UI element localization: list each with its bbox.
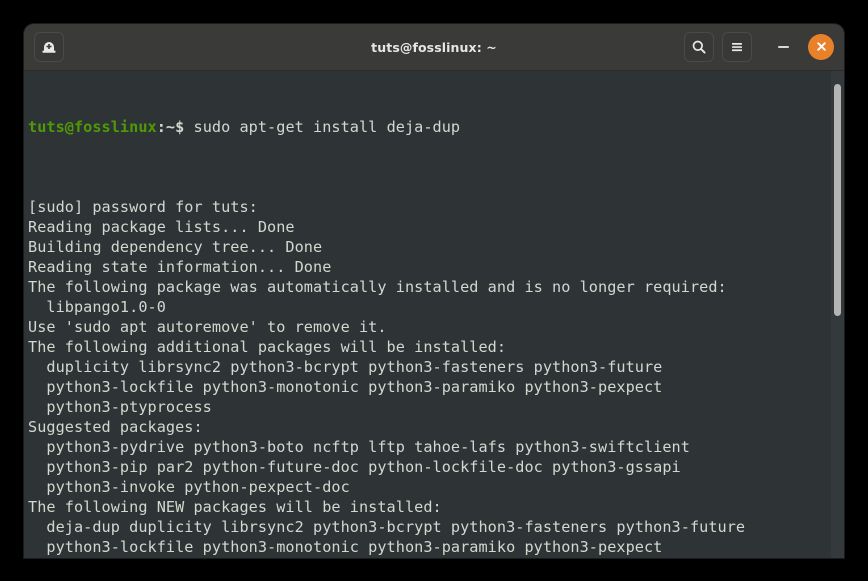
terminal-body[interactable]: tuts@fosslinux:~$ sudo apt-get install d… bbox=[24, 71, 844, 558]
terminal-line: python3-invoke python-pexpect-doc bbox=[28, 478, 350, 496]
terminal-line: python3-pydrive python3-boto ncftp lftp … bbox=[28, 438, 690, 456]
close-icon bbox=[815, 38, 828, 57]
terminal-line: python3-lockfile python3-monotonic pytho… bbox=[28, 378, 663, 396]
terminal-line: deja-dup duplicity librsync2 python3-bcr… bbox=[28, 518, 746, 536]
new-tab-icon bbox=[41, 39, 57, 55]
scrollbar-thumb[interactable] bbox=[834, 84, 841, 316]
hamburger-icon bbox=[729, 39, 745, 55]
minimize-button[interactable] bbox=[770, 34, 796, 60]
terminal-line: Suggested packages: bbox=[28, 418, 203, 436]
terminal-line: python3-ptyprocess bbox=[28, 557, 844, 558]
terminal-line: Use 'sudo apt autoremove' to remove it. bbox=[28, 318, 387, 336]
terminal-line: Building dependency tree... Done bbox=[28, 238, 323, 256]
prompt-path: :~$ bbox=[156, 118, 185, 136]
search-button[interactable] bbox=[684, 32, 714, 62]
title-bar: tuts@fosslinux: ~ bbox=[24, 24, 844, 71]
new-tab-button[interactable] bbox=[34, 32, 64, 62]
desktop-background: tuts@fosslinux: ~ tuts@fosslinux:~$ sudo… bbox=[0, 0, 868, 581]
terminal-window: tuts@fosslinux: ~ tuts@fosslinux:~$ sudo… bbox=[24, 24, 844, 558]
terminal-line: libpango1.0-0 bbox=[28, 298, 166, 316]
terminal-line: The following additional packages will b… bbox=[28, 338, 507, 356]
terminal-line: duplicity librsync2 python3-bcrypt pytho… bbox=[28, 358, 663, 376]
terminal-line: python3-lockfile python3-monotonic pytho… bbox=[28, 538, 663, 556]
terminal-line: python3-ptyprocess bbox=[28, 398, 212, 416]
hamburger-menu-button[interactable] bbox=[722, 32, 752, 62]
minimize-icon bbox=[777, 46, 789, 48]
close-button[interactable] bbox=[808, 34, 834, 60]
terminal-line: Reading state information... Done bbox=[28, 258, 332, 276]
terminal-line: [sudo] password for tuts: bbox=[28, 198, 258, 216]
title-bar-actions bbox=[684, 32, 836, 62]
terminal-line: Reading package lists... Done bbox=[28, 218, 295, 236]
terminal-line: python3-pip par2 python-future-doc pytho… bbox=[28, 458, 681, 476]
terminal-line: The following package was automatically … bbox=[28, 278, 727, 296]
search-icon bbox=[691, 39, 707, 55]
prompt-user: tuts@fosslinux bbox=[28, 118, 157, 136]
terminal-command: sudo apt-get install deja-dup bbox=[184, 118, 461, 136]
terminal-output: tuts@fosslinux:~$ sudo apt-get install d… bbox=[24, 71, 844, 558]
terminal-line: The following NEW packages will be insta… bbox=[28, 498, 442, 516]
terminal-scrollbar[interactable] bbox=[831, 71, 844, 558]
terminal-prompt-line: tuts@fosslinux:~$ sudo apt-get install d… bbox=[28, 117, 844, 137]
